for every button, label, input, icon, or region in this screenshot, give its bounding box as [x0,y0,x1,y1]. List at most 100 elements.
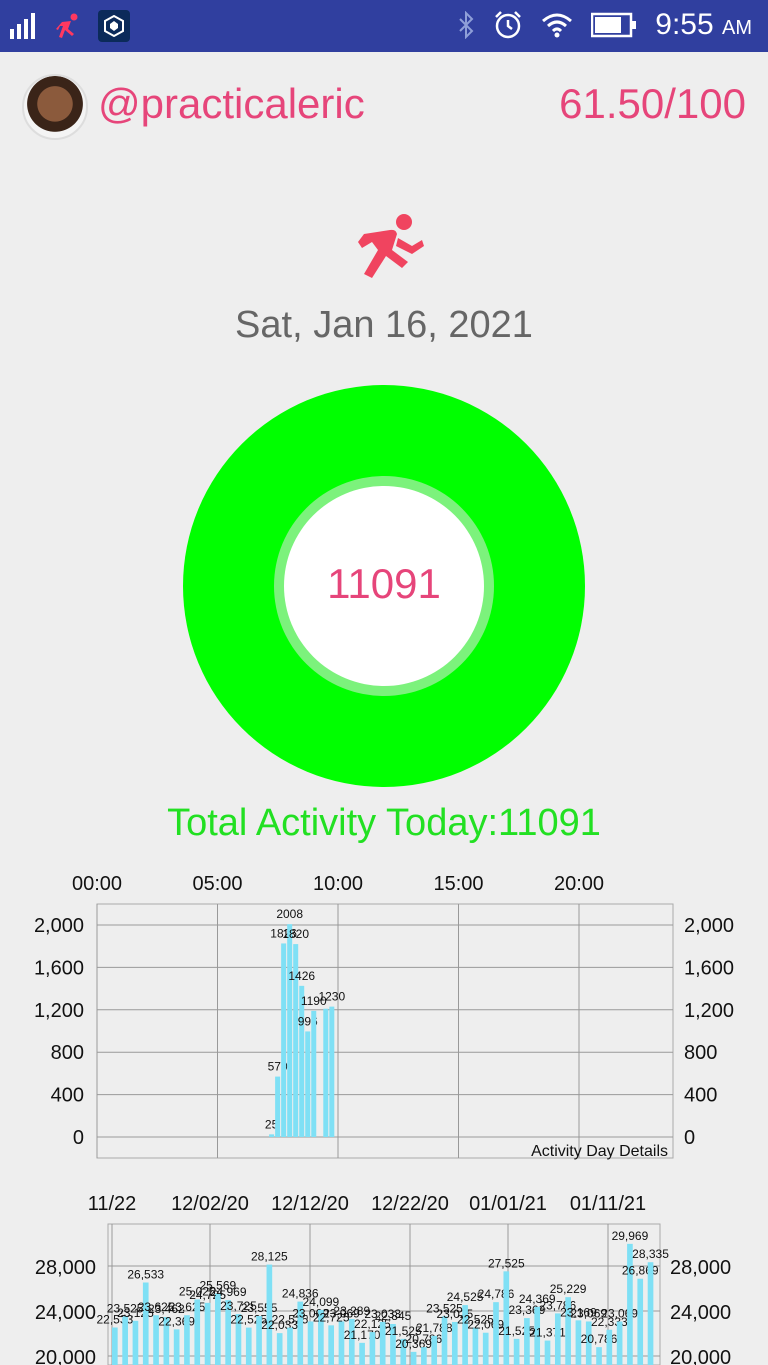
bar [359,1342,365,1365]
y-tick-left: 0 [73,1127,84,1149]
y-tick-left: 800 [51,1042,84,1064]
y-tick-left: 1,600 [34,957,84,979]
bar [329,1006,335,1137]
bar [410,1351,417,1365]
bar [451,1321,458,1365]
data-label: 26,533 [127,1268,164,1282]
bar [112,1327,118,1365]
y-tick-right: 1,200 [684,1000,734,1022]
bar [269,1134,275,1137]
data-label: 28,125 [251,1250,288,1264]
data-label: 24,969 [210,1285,247,1299]
y-tick-left: 28,000 [35,1257,96,1279]
x-tick-label: 10:00 [313,873,363,895]
y-tick-right: 2,000 [684,915,734,937]
data-label: 2008 [276,907,303,921]
x-tick-label: 12/02/20 [171,1193,249,1215]
y-tick-right: 28,000 [670,1257,731,1279]
bar [627,1243,633,1365]
clock-time: 9:55 [655,8,714,41]
step-count: 11091 [327,560,441,607]
daily-activity-chart: 28,000 28,000 24,000 24,000 20,000 20,000 11/2… [35,1193,731,1365]
clock-ampm: AM [722,17,752,39]
bar [647,1262,654,1365]
bar [122,1316,128,1365]
y-tick-left: 1,200 [34,1000,84,1022]
y-tick-left: 20,000 [35,1347,96,1365]
y-tick-left: 24,000 [35,1302,96,1324]
x-tick-label: 11/22 [88,1193,137,1215]
bar [184,1315,190,1365]
x-tick-label: 12/22/20 [371,1193,449,1215]
chart-legend: Activity Day Details [531,1143,668,1160]
bar [132,1320,139,1365]
bar [596,1347,602,1365]
bar [275,1076,281,1137]
x-tick-label: 15:00 [433,873,483,895]
x-tick-label: 20:00 [554,873,604,895]
bar [472,1327,479,1365]
bluetooth-icon [459,11,474,39]
data-label: 1230 [318,990,345,1004]
battery-icon [591,12,637,38]
signal-icon [10,13,35,39]
wifi-icon [542,13,573,38]
username[interactable]: @practicaleric [98,80,365,128]
bar [276,1333,283,1365]
bar [287,924,293,1137]
y-tick-left: 400 [51,1085,84,1107]
data-label: 27,525 [488,1256,525,1270]
bar [606,1329,613,1365]
bar [431,1335,438,1365]
y-tick-right: 0 [684,1127,695,1149]
bar [204,1302,211,1365]
alarm-icon [495,11,522,39]
bar [328,1325,335,1365]
data-label: 1426 [288,969,315,983]
hourly-activity-chart: 2,000 2,000 1,600 1,600 1,200 1,200 800 800 400 4… [34,873,734,1160]
bar [369,1332,376,1365]
avatar[interactable] [22,74,88,140]
status-bar: 9:55 AM [0,0,768,52]
y-tick-right: 24,000 [670,1302,731,1324]
bar [299,985,305,1137]
bar [287,1327,293,1365]
data-label: 29,969 [612,1229,649,1243]
bar [311,1010,317,1137]
bar [421,1347,427,1365]
total-activity: Total Activity Today:11091 [167,802,601,844]
bar [554,1313,561,1365]
data-label: 22,845 [375,1309,412,1323]
crypto-app-icon [98,10,130,42]
bar [323,1008,329,1137]
data-label: 25,229 [550,1282,587,1296]
activity-date: Sat, Jan 16, 2021 [235,304,533,346]
score: 61.50/100 [559,80,746,127]
bar [441,1316,448,1365]
y-tick-right: 20,000 [670,1347,731,1365]
y-tick-left: 2,000 [34,915,84,937]
bar [173,1329,180,1365]
bar [616,1321,623,1365]
bar [513,1338,520,1365]
data-label: 28,335 [632,1247,669,1261]
x-tick-label: 01/11/21 [570,1193,646,1215]
bar [307,1321,314,1365]
runner-app-icon [56,13,78,38]
bar [281,943,287,1137]
bar [194,1299,201,1365]
y-tick-right: 800 [684,1042,717,1064]
bar [482,1332,489,1365]
x-tick-label: 05:00 [192,873,242,895]
y-tick-right: 1,600 [684,957,734,979]
clock: 9:55 AM [655,8,752,42]
profile-header: @practicaleric 61.50/100 [22,74,768,140]
y-tick-right: 400 [684,1085,717,1107]
bar [142,1282,149,1365]
data-label: 1820 [282,927,309,941]
bar [503,1271,510,1365]
bar [245,1327,252,1365]
x-tick-label: 01/01/21 [469,1193,547,1215]
plot-area [96,903,674,1159]
x-tick-label: 12/12/20 [271,1193,349,1215]
